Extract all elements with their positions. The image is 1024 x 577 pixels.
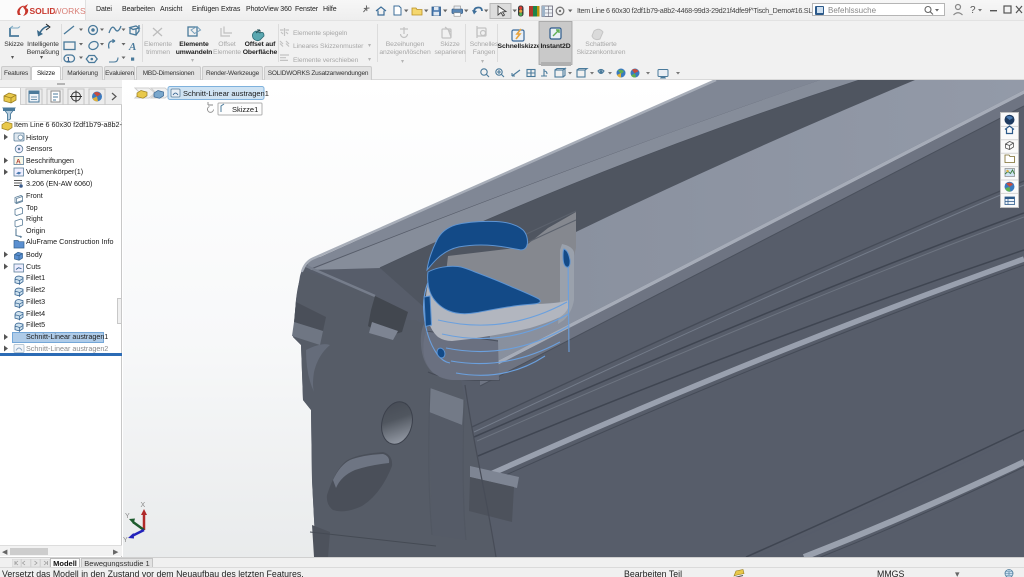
svg-text:1: 1 [67, 57, 71, 64]
svg-text:Skizze1: Skizze1 [232, 105, 258, 114]
svg-text:Schnitt-Linear austragen1: Schnitt-Linear austragen1 [183, 89, 269, 98]
svg-text:WORKS: WORKS [54, 6, 86, 16]
svg-text:SOLID: SOLID [30, 6, 56, 16]
svg-text:Y: Y [125, 513, 130, 520]
svg-text:X: X [141, 502, 146, 509]
svg-text:?: ? [970, 5, 976, 16]
svg-text:A: A [16, 159, 21, 166]
svg-text:Y: Y [123, 537, 128, 544]
svg-text:A: A [128, 41, 136, 53]
